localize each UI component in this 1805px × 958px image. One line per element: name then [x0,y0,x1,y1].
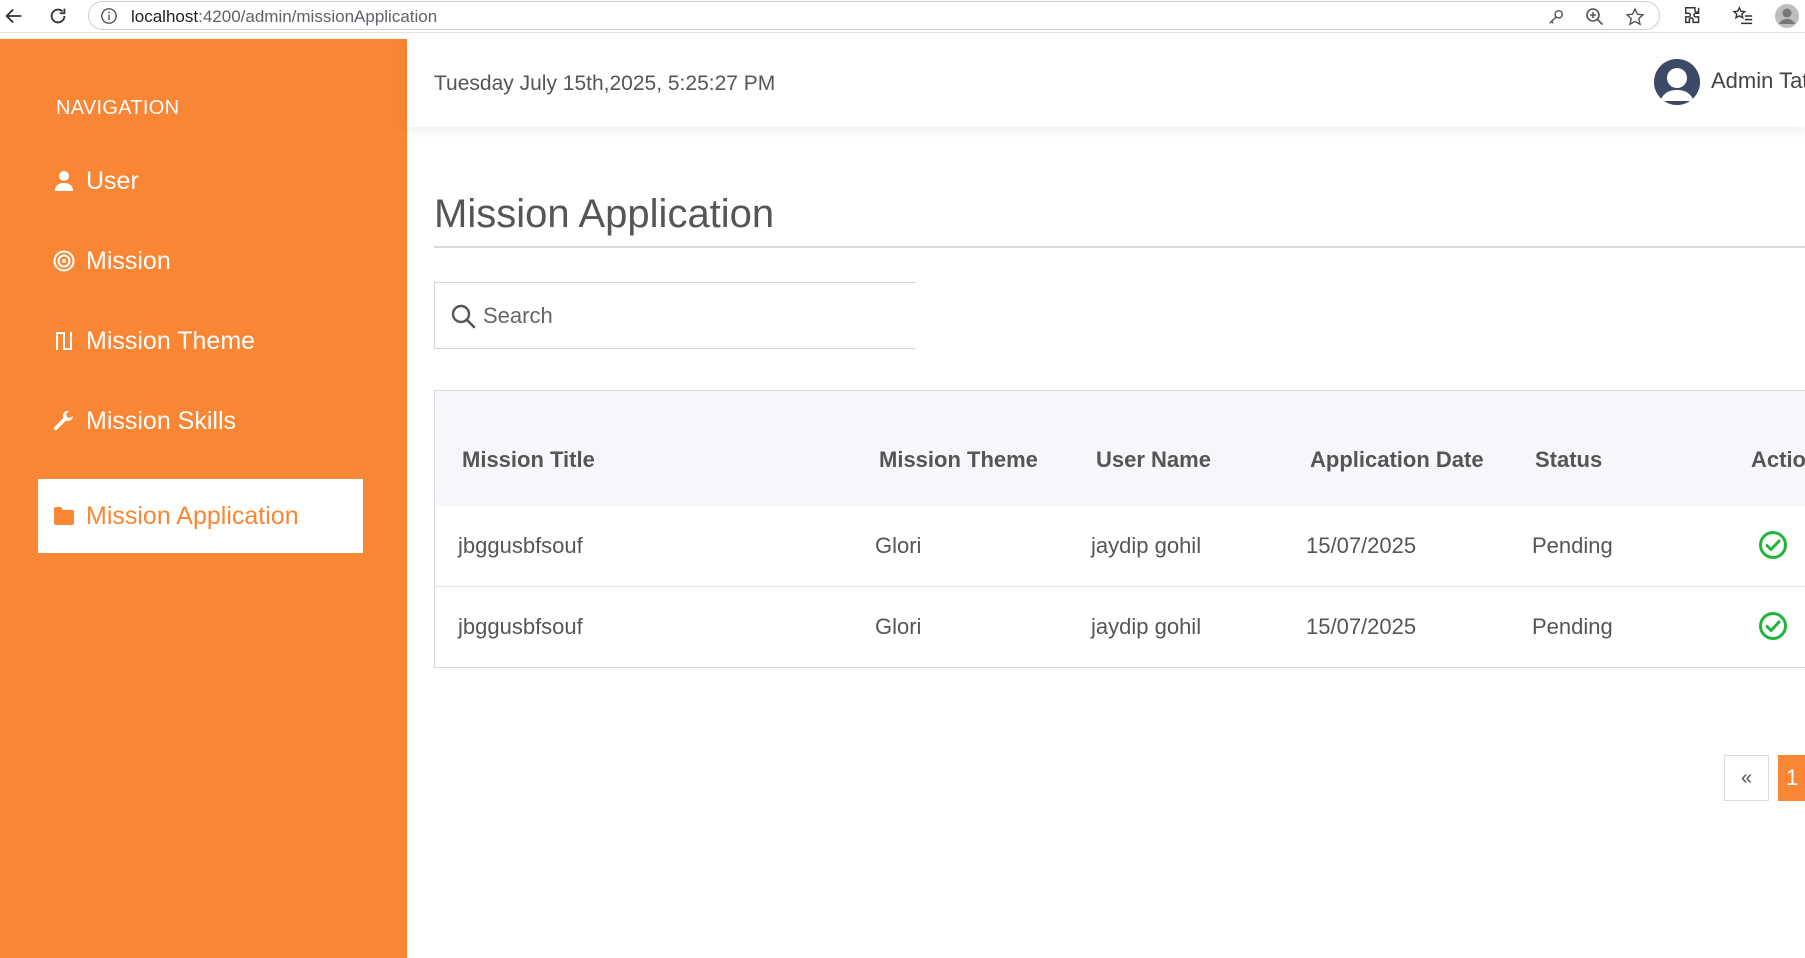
column-header-mission-theme[interactable]: Mission Theme [879,447,1038,473]
url-text: localhost:4200/admin/missionApplication [131,7,437,27]
column-header-user-name[interactable]: User Name [1096,447,1211,473]
title-divider [434,246,1805,248]
pagination-prev-button[interactable]: « [1724,755,1769,801]
cell-mission-title: jbggusbfsouf [458,614,583,639]
table-row: jbggusbfsouf Glori jaydip gohil 15/07/20… [435,587,1805,668]
user-icon [53,170,75,192]
table-row: jbggusbfsouf Glori jaydip gohil 15/07/20… [435,506,1805,587]
sidebar-item-label: User [86,166,139,195]
folder-icon [53,505,75,527]
check-circle-icon[interactable] [1758,530,1788,560]
cell-mission-title: jbggusbfsouf [458,533,583,558]
applications-table: Mission Title Mission Theme User Name Ap… [434,390,1805,668]
table-header: Mission Title Mission Theme User Name Ap… [435,391,1805,506]
pagination-page-button[interactable]: 1 [1778,755,1805,801]
address-bar[interactable]: localhost:4200/admin/missionApplication [88,1,1660,30]
sidebar-item-mission-application[interactable]: Mission Application [38,479,363,553]
bullseye-icon [53,250,75,272]
current-datetime: Tuesday July 15th,2025, 5:25:27 PM [434,72,776,95]
theme-icon [53,330,75,352]
zoom-icon[interactable] [1583,5,1607,29]
extensions-icon[interactable] [1680,2,1708,30]
back-arrow-icon[interactable] [0,2,28,30]
cell-user-name: jaydip gohil [1091,614,1202,639]
search-icon [450,303,476,329]
key-icon[interactable] [1544,5,1568,29]
bookmark-star-icon[interactable] [1623,5,1647,29]
avatar[interactable] [1654,59,1700,105]
sidebar-item-label: Mission Application [86,501,299,530]
cell-application-date: 15/07/2025 [1306,614,1417,639]
reading-list-icon[interactable] [1729,2,1757,30]
cell-mission-theme: Glori [875,614,922,639]
column-header-mission-title[interactable]: Mission Title [462,447,595,473]
check-circle-icon[interactable] [1758,611,1788,641]
sidebar-item-label: Mission Skills [86,406,237,435]
profile-icon[interactable] [1773,2,1801,30]
sidebar-item-mission-skills[interactable]: Mission Skills [38,384,363,458]
cell-application-date: 15/07/2025 [1306,533,1417,558]
sidebar: NAVIGATION User Mission Mission Theme Mi… [0,39,407,958]
cell-mission-theme: Glori [875,533,922,558]
search-input[interactable] [483,297,903,335]
page-title: Mission Application [434,192,775,236]
cell-user-name: jaydip gohil [1091,533,1202,558]
site-info-icon[interactable] [99,6,119,26]
browser-toolbar: localhost:4200/admin/missionApplication [0,0,1805,33]
navigation-heading: NAVIGATION [56,97,180,119]
cell-status: Pending [1532,533,1613,558]
cell-status: Pending [1532,614,1613,639]
reload-icon[interactable] [44,2,72,30]
sidebar-item-mission-theme[interactable]: Mission Theme [38,304,363,378]
top-header: Tuesday July 15th,2025, 5:25:27 PM Admin… [407,39,1805,127]
sidebar-item-label: Mission [86,246,171,275]
admin-name[interactable]: Admin Tat [1711,68,1805,94]
url-host: localhost [131,7,199,26]
wrench-icon [53,410,75,432]
column-header-status[interactable]: Status [1535,447,1602,473]
search-box [434,282,916,349]
url-path: :4200/admin/missionApplication [198,7,438,26]
sidebar-item-label: Mission Theme [86,326,256,355]
column-header-action: Actio [1751,447,1805,472]
sidebar-item-user[interactable]: User [38,144,363,218]
sidebar-item-mission[interactable]: Mission [38,224,363,298]
column-header-application-date[interactable]: Application Date [1310,447,1484,473]
